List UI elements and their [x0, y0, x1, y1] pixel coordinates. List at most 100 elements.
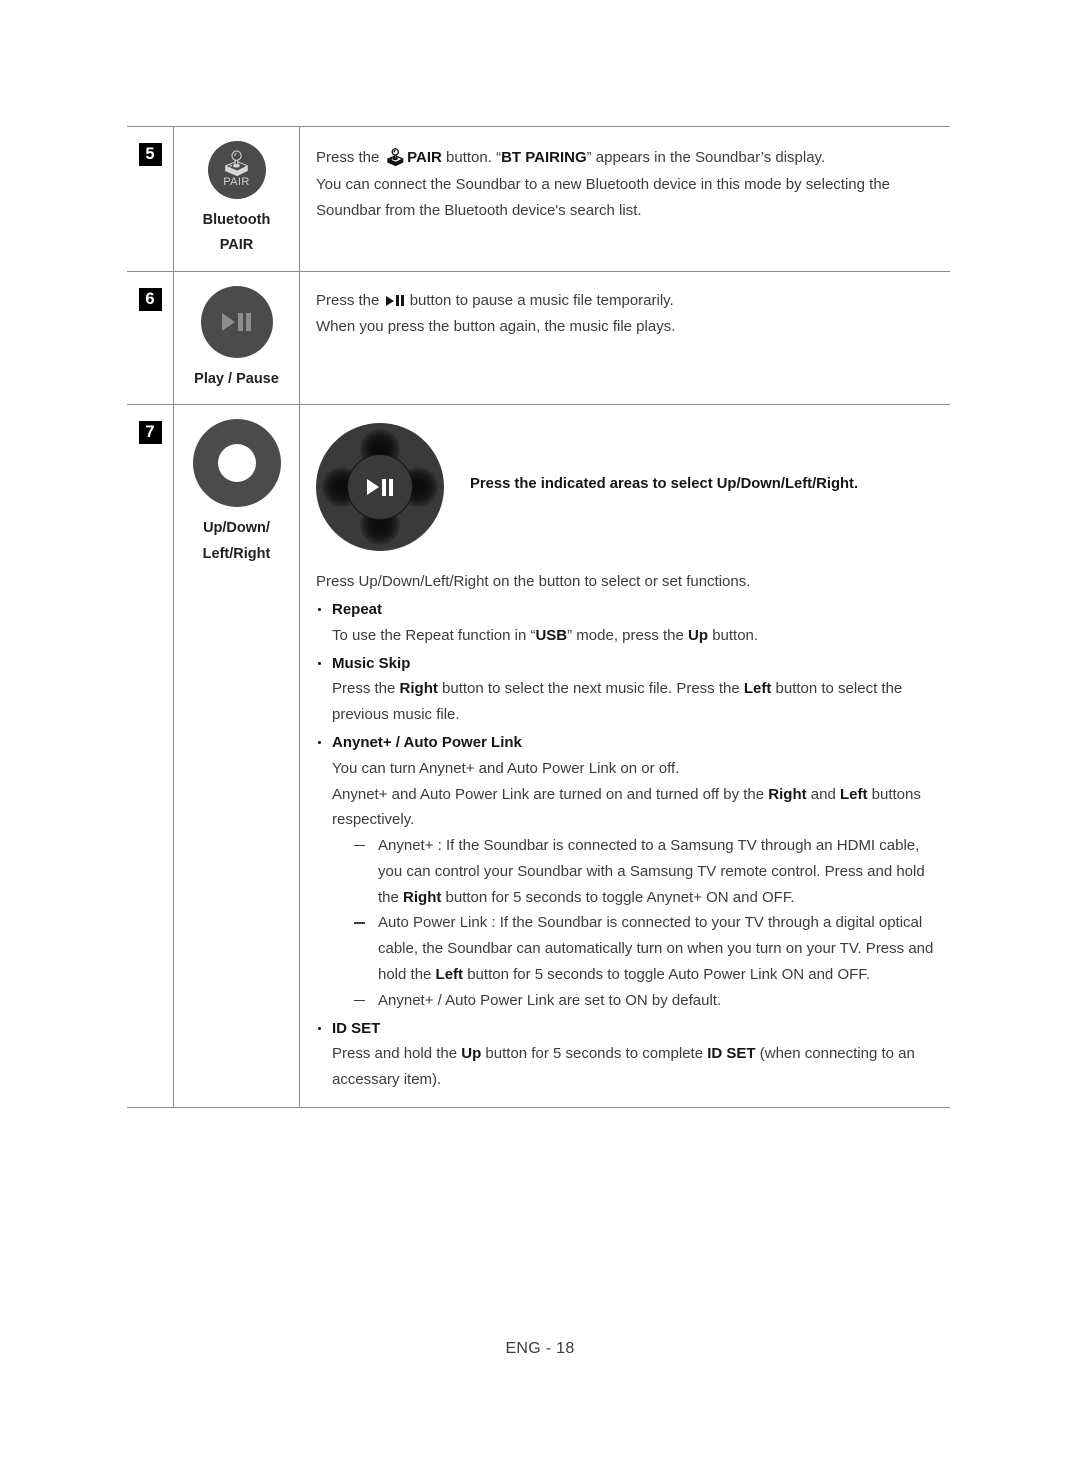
row-number-badge: 7 [138, 421, 162, 445]
bullet-dot-icon [318, 740, 322, 745]
row-description-cell: Press the button to pause a music file t… [300, 272, 950, 404]
list-item: Repeat To use the Repeat function in “US… [316, 597, 944, 649]
row-icon-label-line: Play / Pause [194, 370, 279, 387]
bullet-heading: ID SET [332, 1019, 381, 1037]
table-row: 6 Play / Pause Press the button to pause… [127, 271, 950, 406]
sub-item-body: Anynet+ : If the Soundbar is connected t… [378, 833, 944, 910]
text-segment: button. “ [441, 149, 502, 166]
text-segment: button to select the next music file. Pr… [437, 680, 744, 698]
bullet-dot-icon [318, 661, 322, 665]
text-segment: button for 5 seconds to toggle Anynet+ O… [441, 888, 795, 906]
row-icon-cell: Play / Pause [173, 271, 300, 405]
dpad-diagram-block: Press the indicated areas to select Up/D… [316, 421, 944, 552]
text-bold: Right [403, 888, 442, 906]
row-number-badge: 6 [138, 287, 162, 311]
row-number-cell: 7 [127, 405, 173, 1107]
row-description-cell: Press the indicated areas to select Up/D… [300, 405, 950, 1107]
list-item: Anynet+ / Auto Power Link You can turn A… [316, 730, 944, 1014]
text-segment: button for 5 seconds to complete [481, 1045, 708, 1063]
row-icon-cell: 🕹 PAIR Bluetooth PAIR [173, 127, 300, 271]
text-bold: Right [399, 680, 438, 698]
play-pause-button-icon [200, 285, 273, 358]
dash-marker-icon [354, 999, 365, 1002]
function-bullet-list: Repeat To use the Repeat function in “US… [316, 597, 944, 1093]
page-footer: ENG - 18 [505, 1340, 575, 1357]
text-segment: Press and hold the [332, 1045, 462, 1063]
bullet-body: Press and hold the Up button for 5 secon… [332, 1041, 944, 1093]
sub-dash-list: Anynet+ : If the Soundbar is connected t… [332, 833, 944, 1014]
play-pause-icon [222, 312, 251, 331]
description-lead: Press Up/Down/Left/Right on the button t… [316, 573, 751, 591]
text-bold: PAIR [407, 149, 442, 166]
list-item: Anynet+ : If the Soundbar is connected t… [354, 833, 944, 910]
sub-item-body: Anynet+ / Auto Power Link are set to ON … [378, 991, 722, 1009]
row-number-cell: 6 [127, 272, 173, 404]
manual-page: 5 🕹 PAIR Bluetooth PAIR Press the 🕹PAIR … [0, 0, 1080, 1479]
bluetooth-icon-inline: 🕹 [384, 148, 407, 167]
bullet-body: Press the Right button to select the nex… [332, 676, 944, 728]
bullet-dot-icon [318, 607, 322, 612]
dpad-center-play-pause-icon [347, 454, 413, 521]
table-row: 5 🕹 PAIR Bluetooth PAIR Press the 🕹PAIR … [127, 127, 950, 272]
bullet-dot-icon [318, 1026, 322, 1031]
row-icon-label-line: PAIR [219, 237, 254, 254]
text-segment: ” appears in the Soundbar’s display. [586, 149, 826, 166]
text-bold: Left [435, 966, 464, 984]
sub-item-body: Auto Power Link : If the Soundbar is con… [378, 910, 944, 987]
row-icon-label-line: Left/Right [202, 545, 271, 562]
text-segment: Anynet+ and Auto Power Link are turned o… [332, 785, 769, 803]
text-bold: Up [688, 626, 709, 644]
text-segment: button to pause a music file temporarily… [405, 291, 674, 309]
list-item: Anynet+ / Auto Power Link are set to ON … [354, 988, 944, 1014]
row-description-cell: Press the 🕹PAIR button. “BT PAIRING” app… [300, 127, 950, 271]
text-segment: Press the [332, 680, 400, 698]
bullet-heading: Music Skip [332, 654, 411, 672]
text-segment: and [806, 785, 840, 803]
row-icon-label: Bluetooth PAIR [203, 208, 271, 259]
row-icon-label-line: Bluetooth [202, 212, 271, 228]
bullet-body: You can turn Anynet+ and Auto Power Link… [332, 759, 680, 777]
bullet-body: Anynet+ and Auto Power Link are turned o… [332, 782, 944, 834]
dpad-caption: Press the indicated areas to select Up/D… [470, 476, 859, 493]
bluetooth-icon: 🕹 [220, 149, 253, 178]
text-segment: button. [708, 626, 759, 644]
text-segment: To use the Repeat function in “ [332, 626, 536, 644]
text-bold: Left [840, 785, 868, 803]
bullet-body: To use the Repeat function in “USB” mode… [332, 623, 944, 649]
description-line: Soundbar from the Bluetooth device's sea… [316, 202, 642, 220]
button-function-table: 5 🕹 PAIR Bluetooth PAIR Press the 🕹PAIR … [127, 126, 950, 1109]
dpad-diagram-icon [316, 423, 444, 552]
description-line: You can connect the Soundbar to a new Bl… [316, 176, 890, 194]
row-icon-label-line: Up/Down/ [203, 520, 270, 537]
text-segment: Press the [316, 149, 384, 166]
description-line: When you press the button again, the mus… [316, 317, 676, 335]
row-icon-label: Play / Pause [194, 367, 279, 392]
row-icon-label: Up/Down/ Left/Right [203, 516, 271, 567]
bluetooth-pair-button-icon: 🕹 PAIR [207, 141, 266, 199]
row-number-cell: 5 [127, 127, 173, 271]
direction-ring-icon [192, 419, 281, 508]
pair-label-icon: PAIR [223, 175, 250, 188]
list-item: Auto Power Link : If the Soundbar is con… [354, 910, 944, 987]
text-bold: ID SET [707, 1045, 756, 1063]
text-segment: button for 5 seconds to toggle Auto Powe… [463, 966, 870, 984]
text-segment: Press the [316, 291, 384, 309]
text-segment: ” mode, press the [567, 626, 689, 644]
dash-marker-icon [354, 845, 365, 847]
table-row: 7 Up/Down/ Left/Right Press the indicate… [127, 405, 950, 1108]
text-bold: Up [461, 1045, 482, 1063]
text-bold: USB [535, 626, 568, 644]
description-line: Press the button to pause a music file t… [316, 288, 944, 314]
bullet-heading: Repeat [332, 600, 383, 618]
text-bold: BT PAIRING [501, 149, 587, 166]
row-number-badge: 5 [138, 143, 162, 166]
play-pause-icon-inline [384, 295, 406, 307]
bullet-heading: Anynet+ / Auto Power Link [332, 733, 522, 751]
list-item: ID SET Press and hold the Up button for … [316, 1016, 944, 1093]
list-item: Music Skip Press the Right button to sel… [316, 651, 944, 728]
row-icon-cell: Up/Down/ Left/Right [173, 405, 300, 1108]
text-bold: Left [743, 680, 772, 698]
description-line: Press the 🕹PAIR button. “BT PAIRING” app… [316, 143, 944, 172]
dash-marker-icon [354, 922, 365, 924]
text-bold: Right [768, 785, 807, 803]
